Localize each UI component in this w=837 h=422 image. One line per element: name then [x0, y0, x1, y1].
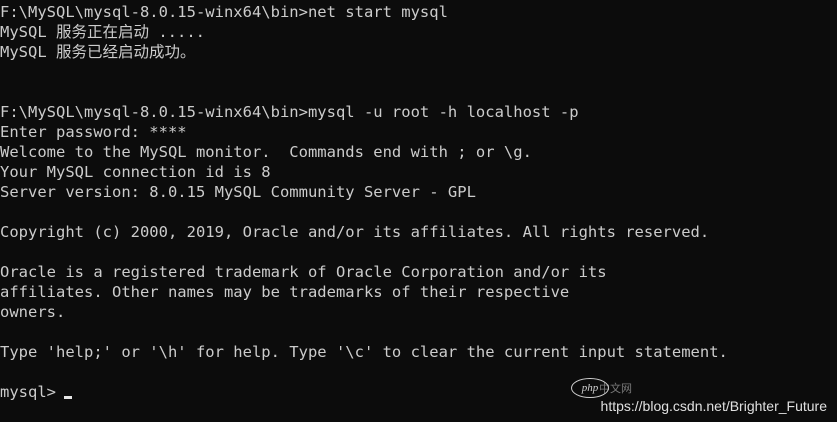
- watermark-url: https://blog.csdn.net/Brighter_Future: [600, 398, 827, 414]
- text-cursor: [64, 396, 72, 399]
- console-line: Type 'help;' or '\h' for help. Type '\c'…: [0, 343, 728, 361]
- php-logo-label: 中文网: [599, 383, 632, 395]
- watermark: https://blog.csdn.net/Brighter_Future: [601, 398, 827, 414]
- console-line: MySQL 服务正在启动 .....: [0, 23, 205, 41]
- console-line: Copyright (c) 2000, 2019, Oracle and/or …: [0, 223, 710, 241]
- console-line: Server version: 8.0.15 MySQL Community S…: [0, 183, 476, 201]
- console-line: Your MySQL connection id is 8: [0, 163, 271, 181]
- console-line: MySQL 服务已经启动成功。: [0, 43, 196, 61]
- console-line: Welcome to the MySQL monitor. Commands e…: [0, 143, 532, 161]
- console-line: F:\MySQL\mysql-8.0.15-winx64\bin>mysql -…: [0, 103, 579, 121]
- console-line: affiliates. Other names may be trademark…: [0, 283, 570, 301]
- console-line: Oracle is a registered trademark of Orac…: [0, 263, 607, 281]
- console-line: F:\MySQL\mysql-8.0.15-winx64\bin>net sta…: [0, 3, 448, 21]
- console-line: Enter password: ****: [0, 123, 187, 141]
- mysql-prompt: mysql>: [0, 383, 56, 401]
- console-line: owners.: [0, 303, 66, 321]
- terminal-console[interactable]: F:\MySQL\mysql-8.0.15-winx64\bin>net sta…: [0, 0, 837, 422]
